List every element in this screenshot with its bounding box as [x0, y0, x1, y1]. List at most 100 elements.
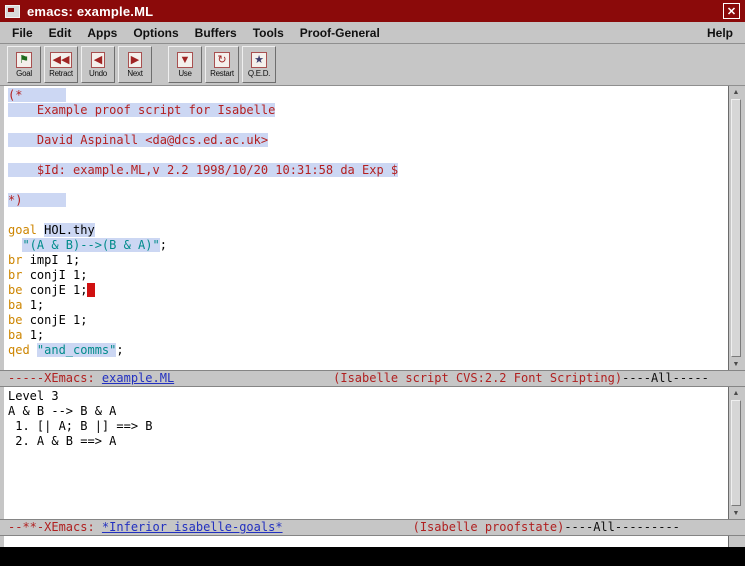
menu-item-tools[interactable]: Tools — [245, 24, 292, 42]
code-segment: "and_comms" — [37, 343, 116, 357]
window-menu-icon[interactable] — [5, 5, 20, 18]
goals-line: Level 3 — [8, 389, 728, 404]
code-segment: ; — [116, 343, 123, 357]
desktop-background — [0, 547, 745, 566]
toolbar-button-label: Use — [178, 69, 191, 78]
menubar: FileEditAppsOptionsBuffersToolsProof-Gen… — [0, 22, 745, 44]
toolbar-button-label: Q.E.D. — [248, 69, 270, 78]
code-segment: ba — [8, 328, 30, 342]
goals-scrollbar[interactable]: ▲ ▼ — [728, 387, 743, 519]
code-segment: Example proof script for Isabelle — [8, 103, 275, 117]
code-segment: David Aspinall <da@dcs.ed.ac.uk> — [8, 133, 268, 147]
code-segment: be — [8, 283, 30, 297]
scroll-down-icon[interactable]: ▼ — [729, 358, 743, 370]
close-icon: ✕ — [727, 5, 736, 18]
editor-line: David Aspinall <da@dcs.ed.ac.uk> — [8, 133, 728, 148]
code-segment: *) — [8, 193, 66, 207]
scroll-down-icon[interactable]: ▼ — [729, 507, 743, 519]
editor-scrollbar[interactable]: ▲ ▼ — [728, 86, 743, 370]
toolbar-button-goal[interactable]: ⚑Goal — [7, 46, 41, 83]
editor-line: "(A & B)-->(B & A)"; — [8, 238, 728, 253]
modeline-segment — [174, 371, 333, 385]
menu-items: FileEditAppsOptionsBuffersToolsProof-Gen… — [4, 24, 388, 42]
editor-line — [8, 178, 728, 193]
toolbar-button-restart[interactable]: ↻Restart — [205, 46, 239, 83]
titlebar: emacs: example.ML ✕ — [0, 0, 745, 22]
editor-line — [8, 118, 728, 133]
code-segment: br — [8, 253, 30, 267]
menu-item-proof-general[interactable]: Proof-General — [292, 24, 388, 42]
menu-item-buffers[interactable]: Buffers — [187, 24, 245, 42]
code-segment: "(A & B)-->(B & A)" — [22, 238, 159, 252]
xemacs-window: emacs: example.ML ✕ FileEditAppsOptionsB… — [0, 0, 745, 566]
modeline-segment: *Inferior isabelle-goals* — [102, 520, 283, 534]
menu-item-file[interactable]: File — [4, 24, 41, 42]
code-segment: $Id: example.ML,v 2.2 1998/10/20 10:31:5… — [8, 163, 398, 177]
retract-icon: ◀◀ — [50, 52, 73, 68]
goals-line: 1. [| A; B |] ==> B — [8, 419, 728, 434]
modeline-segment: --**-XEmacs: — [8, 520, 102, 534]
next-icon: ▶ — [128, 52, 142, 68]
editor-line: $Id: example.ML,v 2.2 1998/10/20 10:31:5… — [8, 163, 728, 178]
qed-icon: ★ — [251, 52, 267, 68]
menu-item-options[interactable]: Options — [125, 24, 186, 42]
goals-line: 2. A & B ==> A — [8, 434, 728, 449]
modeline-segment: (Isabelle proofstate) — [413, 520, 565, 534]
code-segment: ; — [160, 238, 167, 252]
scroll-up-icon[interactable]: ▲ — [729, 86, 743, 98]
toolbar-group-gap — [155, 64, 165, 65]
goals-pane: Level 3A & B --> B & A 1. [| A; B |] ==>… — [0, 387, 745, 519]
undo-icon: ◀ — [91, 52, 105, 68]
code-segment: br — [8, 268, 30, 282]
code-segment: HOL.thy — [44, 223, 95, 237]
editor-line: br impI 1; — [8, 253, 728, 268]
editor-scrollbar-thumb[interactable] — [731, 99, 741, 357]
code-segment: impI 1; — [30, 253, 81, 267]
editor-pane: (* Example proof script for Isabelle Dav… — [0, 86, 745, 370]
close-button[interactable]: ✕ — [723, 3, 740, 19]
code-segment: goal — [8, 223, 44, 237]
editor-line: Example proof script for Isabelle — [8, 103, 728, 118]
restart-icon: ↻ — [214, 52, 229, 68]
toolbar-button-label: Goal — [16, 69, 32, 78]
toolbar-button-label: Undo — [89, 69, 107, 78]
proof-general-toolbar: ⚑Goal◀◀Retract◀Undo▶Next▼Use↻Restart★Q.E… — [0, 44, 745, 86]
modeline-segment: (Isabelle script CVS:2.2 Font Scripting) — [333, 371, 622, 385]
scrollbar-gutter — [728, 536, 743, 547]
menu-item-help[interactable]: Help — [699, 24, 741, 42]
code-segment: qed — [8, 343, 37, 357]
editor-line — [8, 208, 728, 223]
use-icon: ▼ — [177, 52, 194, 68]
editor-line: be conjE 1; — [8, 313, 728, 328]
goals-line: A & B --> B & A — [8, 404, 728, 419]
minibuffer[interactable] — [4, 536, 728, 547]
code-segment: conjE 1; — [30, 313, 88, 327]
code-segment: conjI 1; — [30, 268, 88, 282]
window-title: emacs: example.ML — [27, 4, 153, 19]
minibuffer-row — [0, 536, 745, 547]
code-segment: be — [8, 313, 30, 327]
editor-buffer[interactable]: (* Example proof script for Isabelle Dav… — [4, 86, 728, 370]
toolbar-button-label: Next — [127, 69, 142, 78]
toolbar-button-undo[interactable]: ◀Undo — [81, 46, 115, 83]
toolbar-button-use[interactable]: ▼Use — [168, 46, 202, 83]
scroll-up-icon[interactable]: ▲ — [729, 387, 743, 399]
editor-line: be conjE 1; — [8, 283, 728, 298]
toolbar-button-q-e-d[interactable]: ★Q.E.D. — [242, 46, 276, 83]
menu-item-apps[interactable]: Apps — [79, 24, 125, 42]
goals-scrollbar-thumb[interactable] — [731, 400, 741, 506]
code-segment — [8, 238, 22, 252]
modeline-segment: example.ML — [102, 371, 174, 385]
menu-item-edit[interactable]: Edit — [41, 24, 80, 42]
toolbar-buttons: ⚑Goal◀◀Retract◀Undo▶Next▼Use↻Restart★Q.E… — [7, 46, 276, 83]
editor-line: qed "and_comms"; — [8, 343, 728, 358]
goals-buffer[interactable]: Level 3A & B --> B & A 1. [| A; B |] ==>… — [4, 387, 728, 519]
editor-line: ba 1; — [8, 328, 728, 343]
toolbar-button-retract[interactable]: ◀◀Retract — [44, 46, 78, 83]
modeline-script-buffer: -----XEmacs: example.ML (Isabelle script… — [0, 370, 745, 387]
modeline-goals-buffer: --**-XEmacs: *Inferior isabelle-goals* (… — [0, 519, 745, 536]
toolbar-button-next[interactable]: ▶Next — [118, 46, 152, 83]
code-segment: ba — [8, 298, 30, 312]
editor-line: (* — [8, 88, 728, 103]
editor-line: *) — [8, 193, 728, 208]
